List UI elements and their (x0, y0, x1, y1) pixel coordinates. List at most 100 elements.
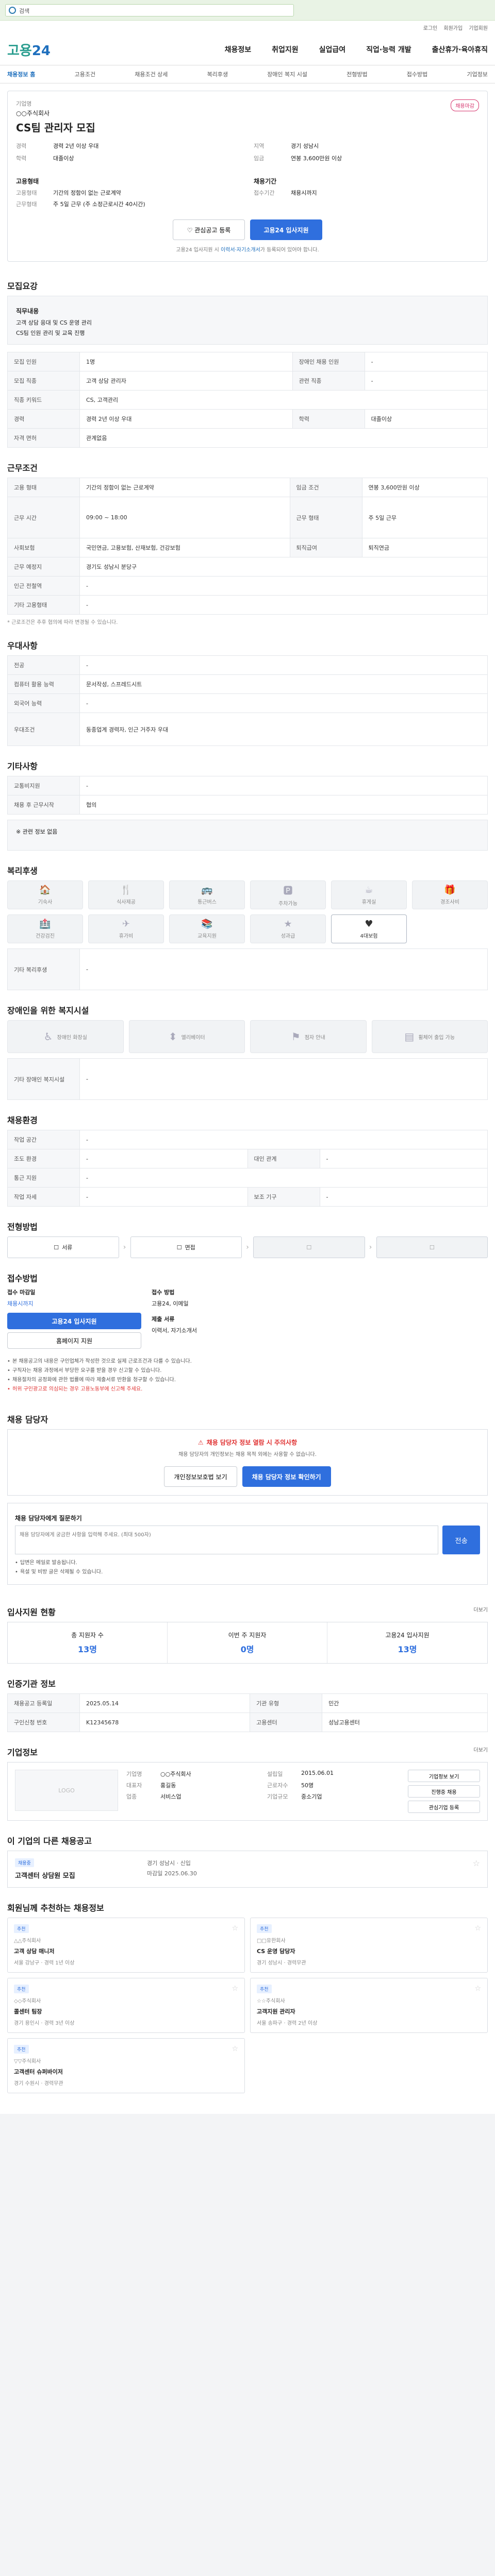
question-input[interactable] (15, 1526, 439, 1554)
recommend-card[interactable]: 추천 ☆ ◇◇주식회사 콜센터 팀장 경기 용인시 · 경력 3년 이상 (7, 1978, 245, 2033)
gnb-item[interactable]: 직업·능력 개발 (366, 44, 411, 55)
gnb-item[interactable]: 출산휴가·육아휴직 (432, 44, 488, 55)
row-key: 채용공고 등록일 (7, 1693, 80, 1713)
view-agent-button[interactable]: 채용 담당자 정보 확인하기 (242, 1466, 331, 1487)
job-meta: 마감일 2025.06.30 (147, 1870, 197, 1877)
tab-item[interactable]: 복리후생 (207, 70, 228, 78)
row-key: 인근 전철역 (7, 576, 80, 596)
section-title: 접수방법 (7, 1274, 38, 1283)
recommend-card[interactable]: 추천 ☆ △△주식회사 고객 상담 매니저 서울 강남구 · 경력 1년 이상 (7, 1918, 245, 1973)
duty-box: 직무내용 고객 상담 응대 및 CS 운영 관리 CS팀 인원 관리 및 교육 … (7, 296, 488, 345)
gnb-item[interactable]: 실업급여 (319, 44, 346, 55)
tab-item[interactable]: 전형방법 (346, 70, 367, 78)
tab-item[interactable]: 채용정보 홈 (7, 70, 35, 78)
table-row: 모집 인원 1명 장애인 채용 인원 - (7, 352, 488, 371)
warn-line: 허위 구인광고로 의심되는 경우 고용노동부에 신고해 주세요. (7, 1385, 488, 1394)
agent-warning: ⚠ 채용 담당자 정보 열람 시 주의사항 (198, 1438, 297, 1447)
table-row: 직종 키워드 CS, 고객관리 (7, 390, 488, 410)
company-name: ○○주식회사 (16, 110, 50, 117)
docs-value: 이력서, 자기소개서 (152, 1327, 197, 1334)
company-info: LOGO 기업명 ○○주식회사 대표자 홍길동 업종 서비스업 설립일 2015.06.… (7, 1762, 488, 1821)
coffee-icon: ☕ (365, 885, 373, 895)
company-info-button[interactable]: 기업정보 보기 (408, 1770, 480, 1782)
duty-line: CS팀 인원 관리 및 교육 진행 (16, 330, 85, 336)
star-icon[interactable]: ☆ (232, 1924, 238, 1933)
table-row: 기타 장애인 복지시설 - (7, 1058, 488, 1100)
star-icon[interactable]: ☆ (232, 1985, 238, 1993)
info-key: 지역 (254, 143, 265, 149)
privacy-law-button[interactable]: 개인정보보호법 보기 (164, 1466, 237, 1487)
tab-item[interactable]: 기업정보 (467, 70, 487, 78)
apply-button[interactable]: 고용24 입사지원 (250, 219, 322, 240)
elevator-icon: ⬍ (168, 1030, 177, 1043)
global-search-box[interactable]: 검색 (5, 4, 294, 16)
stat-item: 총 지원자 수 13명 (8, 1622, 168, 1663)
gnb-item[interactable]: 채용정보 (225, 44, 252, 55)
row-value: 국민연금, 고용보험, 산재보험, 건강보험 (79, 538, 290, 557)
arrow-right-icon: › (123, 1243, 126, 1251)
star-icon[interactable]: ☆ (232, 2045, 238, 2053)
deadline-value: 채용시까지 (7, 1300, 34, 1307)
apply-button-2[interactable]: 고용24 입사지원 (7, 1313, 141, 1329)
star-icon[interactable]: ☆ (474, 1985, 481, 1993)
tab-item[interactable]: 장애인 복지 시설 (267, 70, 307, 78)
benefit-label: 교육지원 (197, 934, 217, 939)
star-icon[interactable]: ☆ (387, 1858, 480, 1880)
agency-section: 채용공고 등록일 2025.05.14 기관 유형 민간 구인신청 번호 K123456… (0, 1693, 495, 1732)
follow-company-button[interactable]: 관심기업 등록 (408, 1801, 480, 1813)
interview-icon: ☐ (176, 1244, 182, 1251)
row-key: 대인 관계 (247, 1149, 320, 1168)
button-label: 관심공고 등록 (194, 226, 231, 234)
stat-label: 고용24 입사지원 (385, 1632, 430, 1639)
recommend-card[interactable]: 추천 ☆ ▽▽주식회사 고객센터 슈퍼바이저 경기 수원시 · 경력무관 (7, 2038, 245, 2093)
recommend-card[interactable]: 추천 ☆ ☆☆주식회사 고객지원 관리자 서울 송파구 · 경력 2년 이상 (250, 1978, 488, 2033)
row-value: - (79, 576, 488, 596)
gnb-item[interactable]: 취업지원 (272, 44, 299, 55)
row-value: - (319, 1187, 488, 1207)
row-value: 민간 (322, 1693, 488, 1713)
recruit-table: 모집 인원 1명 장애인 채용 인원 - 모집 직종 고객 상담 관리자 관련 직종 - 직… (7, 352, 488, 448)
join-link[interactable]: 회원가입 (443, 24, 463, 34)
tab-item[interactable]: 접수방법 (407, 70, 427, 78)
row-value: 경력 2년 이상 우대 (79, 409, 293, 429)
login-link[interactable]: 로그인 (423, 24, 438, 34)
site-logo[interactable]: 고용24 (7, 40, 51, 59)
table-row: 인근 전철역 - (7, 576, 488, 596)
other-job-card[interactable]: 채용중 고객센터 상담원 모집 경기 성남시 · 신입 마감일 2025.06.… (7, 1851, 488, 1888)
more-link[interactable]: 더보기 (473, 1745, 488, 1753)
facility-label: 휠체어 출입 가능 (418, 1035, 455, 1041)
save-job-button[interactable]: ♡ 관심공고 등록 (173, 219, 245, 240)
row-value: - (79, 948, 488, 990)
agent-desc: 채용 담당자의 개인정보는 채용 목적 외에는 사용할 수 없습니다. (178, 1452, 317, 1458)
homepage-apply-button[interactable]: 홈페이지 지원 (7, 1332, 141, 1349)
more-link[interactable]: 더보기 (473, 1605, 488, 1613)
star-icon[interactable]: ☆ (474, 1924, 481, 1933)
deadline-label: 접수 마감일 (7, 1289, 36, 1296)
row-value: - (79, 595, 488, 615)
corp-link[interactable]: 기업회원 (469, 24, 488, 34)
recommend-card[interactable]: 추천 ☆ □□유한회사 CS 운영 담당자 경기 성남시 · 경력무관 (250, 1918, 488, 1973)
search-label: 검색 (19, 8, 30, 14)
send-button[interactable]: 전송 (442, 1526, 480, 1554)
etc-box: ※ 관련 정보 없음 (7, 820, 488, 851)
heart-icon: ♡ (187, 226, 195, 234)
agency-table: 채용공고 등록일 2025.05.14 기관 유형 민간 구인신청 번호 K123456… (7, 1693, 488, 1732)
row-value: 09:00 ~ 18:00 (79, 497, 290, 538)
row-value: - (79, 776, 488, 795)
row-value: - (79, 1149, 248, 1168)
bus-icon: 🚌 (201, 885, 213, 895)
step-label: 면접 (185, 1244, 195, 1251)
step-label: 서류 (62, 1244, 73, 1251)
row-key: 작업 자세 (7, 1187, 80, 1207)
group-title: 고용형태 (16, 178, 39, 185)
recruit-section: 직무내용 고객 상담 응대 및 CS 운영 관리 CS팀 인원 관리 및 교육 … (0, 296, 495, 448)
stat-label: 이번 주 지원자 (228, 1632, 267, 1639)
tab-item[interactable]: 채용조건 상세 (135, 70, 168, 78)
info-key: 설립일 (267, 1771, 283, 1777)
footer-space (0, 2093, 495, 2114)
agent-actions: 개인정보보호법 보기 채용 담당자 정보 확인하기 (16, 1466, 479, 1487)
company-jobs-button[interactable]: 진행중 채용 (408, 1785, 480, 1798)
tab-item[interactable]: 고용조건 (75, 70, 95, 78)
resume-link[interactable]: 이력서·자기소개서 (221, 247, 260, 253)
info-key: 임금 (254, 155, 265, 162)
